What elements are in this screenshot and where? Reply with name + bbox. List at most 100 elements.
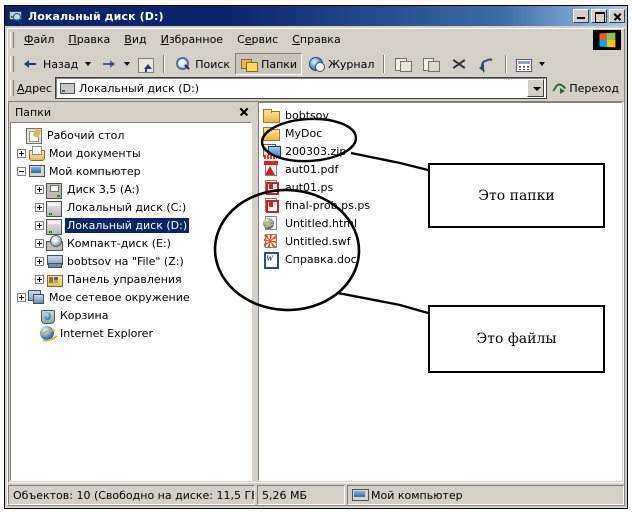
tree-item-internet-explorer[interactable]: Internet Explorer (13, 324, 251, 342)
expander-minus-icon[interactable] (17, 166, 26, 176)
address-label: Адрес (17, 81, 52, 95)
file-name: Untitled.html (285, 216, 358, 230)
expander-plus-icon[interactable] (35, 274, 44, 284)
expander-plus-icon[interactable] (35, 220, 44, 230)
menu-view-label: ид (131, 33, 147, 46)
undo-button[interactable] (473, 53, 501, 75)
folders-button[interactable]: Папки (235, 53, 303, 75)
hard-disk-icon (46, 200, 62, 217)
delete-button[interactable] (445, 53, 473, 75)
tree-item-control-panel[interactable]: Панель управления (13, 270, 251, 288)
move-to-button[interactable] (389, 53, 417, 75)
minimize-button[interactable] (573, 9, 589, 23)
address-grip[interactable] (10, 80, 14, 96)
list-item[interactable]: W Справка.doc (263, 250, 621, 269)
window-title: Локальный диск (D:) (28, 9, 164, 23)
back-arrow-icon (22, 55, 40, 73)
tree-item-desktop[interactable]: Рабочий стол (13, 126, 251, 144)
menu-tools[interactable]: Сервис (230, 31, 285, 48)
tree-item-network-places[interactable]: Мое сетевое окружение (13, 288, 251, 306)
menu-grip[interactable] (10, 31, 14, 48)
annotation-files-text: Это файлы (476, 331, 557, 347)
address-combobox[interactable]: Локальный диск (D:) (54, 77, 548, 99)
toolbar-separator (163, 55, 166, 73)
window-client-area: Файл Правка Вид Избранное Сервис Справка… (7, 28, 625, 506)
file-name: Untitled.swf (285, 234, 351, 248)
up-button[interactable] (133, 53, 159, 75)
annotation-files-box: Это файлы (428, 305, 605, 373)
file-name: bobtsov (285, 108, 329, 122)
address-input[interactable]: Локальный диск (D:) (79, 82, 527, 95)
title-bar[interactable]: Локальный диск (D:) (5, 6, 627, 26)
tree-item-recycle-bin[interactable]: Корзина (13, 306, 251, 324)
tree-item-label: Локальный диск (D:) (65, 217, 190, 233)
views-button[interactable] (511, 53, 537, 75)
forward-dropdown-caret[interactable] (124, 62, 131, 66)
address-dropdown-button[interactable] (527, 79, 545, 97)
toolbar-separator-2 (383, 55, 386, 73)
close-button[interactable] (609, 9, 625, 23)
tree-item-floppy-a[interactable]: Диск 3,5 (A:) (13, 180, 251, 199)
menu-view[interactable]: Вид (117, 31, 153, 48)
history-button[interactable]: Журнал (302, 53, 379, 75)
file-name: aut01.pdf (285, 162, 339, 176)
menu-edit[interactable]: Правка (61, 31, 117, 48)
expander-plus-icon[interactable] (35, 238, 44, 248)
tree-item-label: Панель управления (67, 272, 182, 286)
expander-plus-icon[interactable] (17, 292, 26, 302)
my-computer-icon (28, 163, 45, 179)
tree-item-label: Мой компьютер (49, 164, 141, 178)
expander-plus-icon[interactable] (35, 184, 44, 194)
search-button[interactable]: Поиск (169, 53, 235, 75)
list-item[interactable]: MyDoc (263, 124, 621, 142)
expander-plus-icon[interactable] (17, 148, 26, 158)
tree-item-local-disk-d[interactable]: Локальный диск (D:) (13, 216, 251, 235)
menu-help[interactable]: Справка (285, 31, 347, 48)
annotation-folders-text: Это папки (478, 187, 555, 204)
maximize-button[interactable] (591, 9, 607, 23)
desktop-icon (26, 127, 42, 144)
tree-item-label: Компакт-диск (E:) (67, 236, 171, 250)
menu-favorites-label: збранное (168, 33, 224, 46)
list-item[interactable]: 200303.zip (263, 142, 621, 160)
tree-item-label: Корзина (60, 308, 109, 322)
tree-item-my-computer[interactable]: Мой компьютер (13, 162, 251, 180)
delete-cross-icon (450, 55, 468, 73)
html-document-icon (261, 215, 280, 231)
tree-item-network-drive-z[interactable]: bobtsov на "File" (Z:) (13, 252, 251, 270)
close-icon[interactable] (237, 105, 251, 119)
explorer-window: Локальный диск (D:) Файл Правка Вид Избр… (4, 5, 628, 509)
folders-pane-header: Папки (9, 102, 253, 122)
list-item[interactable]: bobtsov (263, 106, 621, 124)
expander-plus-icon[interactable] (35, 202, 44, 212)
copy-to-button[interactable] (417, 53, 445, 75)
views-dropdown-icon (516, 59, 533, 72)
back-dropdown-caret[interactable] (85, 62, 92, 66)
annotation-folders-box: Это папки (428, 163, 605, 228)
back-button-label: Назад (43, 57, 79, 71)
list-item[interactable]: Untitled.swf (263, 232, 621, 250)
toolbar-separator-3 (505, 55, 508, 73)
tree-item-label: bobtsov на "File" (Z:) (67, 254, 184, 268)
views-dropdown-caret[interactable] (539, 62, 546, 66)
toolbar: Назад Поиск Папки Журнал (8, 51, 624, 77)
window-controls (573, 9, 625, 23)
explorer-body: Папки Рабочий стол Мои документы Мой ком… (8, 101, 624, 483)
menu-favorites[interactable]: Избранное (154, 31, 230, 48)
expander-plus-icon[interactable] (35, 256, 44, 266)
tree-item-my-documents[interactable]: Мои документы (13, 144, 251, 162)
file-list-pane[interactable]: bobtsov MyDoc 200303.zip aut01.pdf aut01… (258, 102, 622, 481)
back-button[interactable]: Назад (17, 53, 83, 75)
folder-icon (263, 107, 280, 123)
menu-file[interactable]: Файл (17, 31, 61, 48)
go-button[interactable]: Переход (550, 81, 624, 95)
menu-tools-label: рвис (251, 33, 279, 46)
tree-item-cd-drive-e[interactable]: Компакт-диск (E:) (13, 234, 251, 252)
folders-tree[interactable]: Рабочий стол Мои документы Мой компьютер (10, 122, 252, 481)
tree-item-local-disk-c[interactable]: Локальный диск (C:) (13, 198, 251, 217)
toolbar-grip[interactable] (10, 56, 14, 72)
zip-archive-icon (263, 143, 281, 159)
forward-button[interactable] (94, 53, 122, 75)
file-name: aut01.ps (285, 180, 334, 194)
go-arrow-icon (552, 81, 566, 95)
